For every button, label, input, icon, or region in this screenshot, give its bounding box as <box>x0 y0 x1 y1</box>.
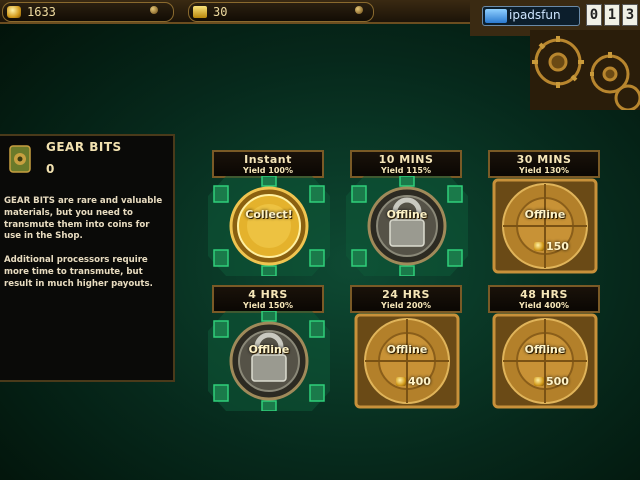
gear-bits-info-panel: GEAR BITS 0 GEAR BITS are rare and valua… <box>0 134 175 382</box>
coin-icon <box>534 377 544 386</box>
offline-status: Offline <box>524 208 566 221</box>
processor-yield: Yield 400% <box>519 301 569 310</box>
timer-fill <box>485 9 507 23</box>
rivet-icon <box>150 6 158 14</box>
processor-name: 30 MINS <box>516 153 572 166</box>
brass-processor-icon <box>492 313 598 409</box>
unlock-price[interactable]: 150 <box>546 240 569 253</box>
processor-10-mins[interactable]: 10 MINS Yield 115% Offline <box>346 150 470 280</box>
gold-bar-icon <box>193 6 207 18</box>
gear-bits-count: 0 <box>46 162 55 176</box>
offline-status: Offline <box>524 343 566 356</box>
processor-name: 10 MINS <box>378 153 434 166</box>
brass-processor-icon <box>492 178 598 274</box>
processor-yield: Yield 115% <box>381 166 431 175</box>
gear-bits-icon <box>9 145 31 173</box>
padlock-icon <box>208 311 330 411</box>
processor-name: 48 HRS <box>520 288 568 301</box>
gold-collect-gear-icon <box>208 176 330 276</box>
processor-yield: Yield 200% <box>381 301 431 310</box>
processor-48-hrs[interactable]: 48 HRS Yield 400% Offline 500 <box>484 285 608 415</box>
panel-title: GEAR BITS <box>46 140 122 154</box>
timer-digits: 0 1 3 <box>586 4 638 26</box>
coin-icon <box>396 377 406 386</box>
processor-header: 30 MINS Yield 130% <box>488 150 600 178</box>
unlock-price[interactable]: 400 <box>408 375 431 388</box>
timer-digit: 0 <box>586 4 602 26</box>
processor-24-hrs[interactable]: 24 HRS Yield 200% Offline 400 <box>346 285 470 415</box>
brass-processor-icon <box>354 313 460 409</box>
gold-counter: 30 <box>188 2 374 22</box>
timer-digit: 1 <box>604 4 620 26</box>
processor-name: 24 HRS <box>382 288 430 301</box>
processor-header: 48 HRS Yield 400% <box>488 285 600 313</box>
processor-yield: Yield 150% <box>243 301 293 310</box>
unlock-price[interactable]: 500 <box>546 375 569 388</box>
timer-digit: 3 <box>622 4 638 26</box>
processor-header: 10 MINS Yield 115% <box>350 150 462 178</box>
rivet-icon <box>355 6 363 14</box>
processor-name: 4 HRS <box>248 288 288 301</box>
offline-status: Offline <box>248 343 290 356</box>
processor-yield: Yield 130% <box>519 166 569 175</box>
watermark-text: ipadsfun <box>509 8 561 22</box>
processor-name: Instant <box>244 153 292 166</box>
offline-status: Offline <box>386 343 428 356</box>
panel-description: GEAR BITS are rare and valuable material… <box>4 196 163 289</box>
gold-count: 30 <box>213 5 228 19</box>
padlock-icon <box>346 176 468 276</box>
processor-header: 24 HRS Yield 200% <box>350 285 462 313</box>
processor-4-hrs[interactable]: 4 HRS Yield 150% Offline <box>208 285 332 415</box>
processor-instant[interactable]: Instant Yield 100% Collect! <box>208 150 332 280</box>
processor-yield: Yield 100% <box>243 166 293 175</box>
collect-button[interactable]: Collect! <box>208 208 330 221</box>
processor-header: Instant Yield 100% <box>212 150 324 178</box>
processor-30-mins[interactable]: 30 MINS Yield 130% Offline 150 <box>484 150 608 280</box>
offline-status: Offline <box>386 208 428 221</box>
coin-counter: 1633 <box>2 2 174 22</box>
coin-stack-icon <box>7 6 21 18</box>
coin-icon <box>534 242 544 251</box>
coin-count: 1633 <box>27 5 56 19</box>
timer-bar: ipadsfun <box>482 6 580 26</box>
processor-header: 4 HRS Yield 150% <box>212 285 324 313</box>
